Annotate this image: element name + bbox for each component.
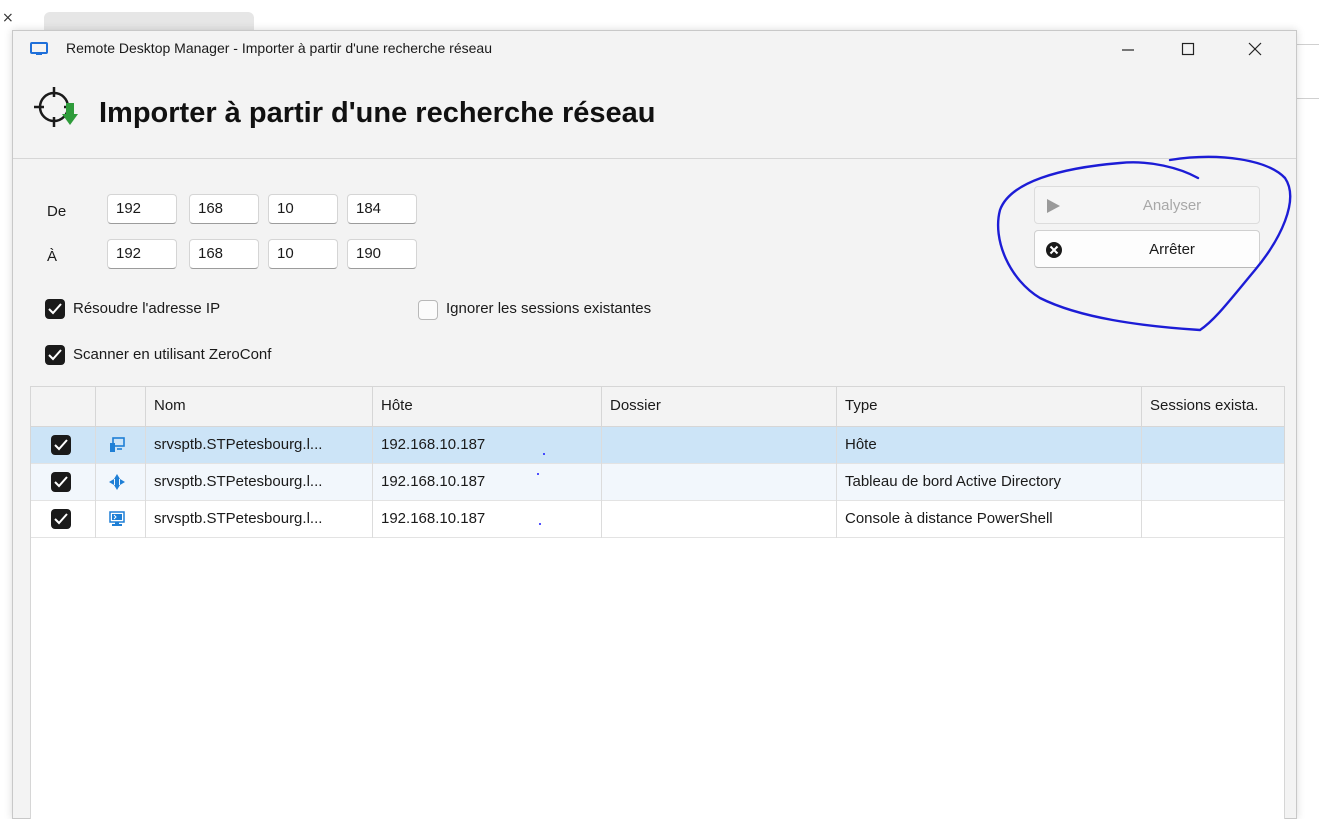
column-header-name[interactable]: Nom <box>146 387 373 427</box>
column-header-host[interactable]: Hôte <box>373 387 602 427</box>
column-header-icon[interactable] <box>96 387 146 427</box>
to-ip-octet-1[interactable]: 192 <box>107 239 177 269</box>
row-sessions <box>1142 464 1286 501</box>
checkmark-icon <box>54 439 68 451</box>
from-ip-octet-2[interactable]: 168 <box>189 194 259 224</box>
column-header-folder[interactable]: Dossier <box>602 387 837 427</box>
close-icon <box>1248 42 1262 56</box>
page-title: Importer à partir d'une recherche réseau <box>99 97 656 129</box>
background-divider <box>1297 98 1319 99</box>
row-checkbox[interactable] <box>51 435 71 455</box>
import-dialog: Remote Desktop Manager - Importer à part… <box>12 30 1297 819</box>
from-label: De <box>47 203 67 220</box>
row-type: Console à distance PowerShell <box>837 501 1142 538</box>
maximize-icon <box>1181 42 1195 56</box>
background-tab[interactable] <box>44 12 254 32</box>
dialog-header: Importer à partir d'une recherche réseau <box>13 67 1296 159</box>
powershell-icon <box>109 511 125 526</box>
from-ip-octet-4[interactable]: 184 <box>347 194 417 224</box>
minimize-icon <box>1122 49 1134 51</box>
resolve-ip-label: Résoudre l'adresse IP <box>73 300 221 317</box>
annotation-dot <box>539 523 541 525</box>
minimize-button[interactable] <box>1105 31 1151 67</box>
host-icon <box>110 437 125 452</box>
ignore-existing-label: Ignorer les sessions existantes <box>446 300 652 317</box>
to-ip-octet-2[interactable]: 168 <box>189 239 259 269</box>
checkmark-icon <box>48 349 62 361</box>
row-select-cell <box>31 501 96 538</box>
row-folder <box>602 501 837 538</box>
analyze-button[interactable]: Analyser <box>1034 186 1260 224</box>
annotation-dot <box>543 453 545 455</box>
row-sessions <box>1142 427 1286 464</box>
ignore-existing-checkbox[interactable] <box>418 300 438 320</box>
row-type: Hôte <box>837 427 1142 464</box>
row-select-cell <box>31 464 96 501</box>
close-button[interactable] <box>1232 31 1278 67</box>
stop-button-label: Arrêter <box>1149 241 1195 258</box>
zeroconf-label: Scanner en utilisant ZeroConf <box>73 346 272 363</box>
row-host: 192.168.10.187 <box>373 464 602 501</box>
annotation-dot <box>537 473 539 475</box>
zeroconf-checkbox[interactable] <box>45 345 65 365</box>
to-label: À <box>47 248 58 265</box>
table-header: Nom Hôte Dossier Type Sessions exista. <box>31 387 1284 427</box>
row-host: 192.168.10.187 <box>373 501 602 538</box>
row-sessions <box>1142 501 1286 538</box>
row-type: Tableau de bord Active Directory <box>837 464 1142 501</box>
table-row[interactable]: srvsptb.STPetesbourg.l... 192.168.10.187… <box>31 464 1284 501</box>
from-ip-octet-3[interactable]: 10 <box>268 194 338 224</box>
maximize-button[interactable] <box>1165 31 1211 67</box>
stop-button[interactable]: Arrêter <box>1034 230 1260 268</box>
row-checkbox[interactable] <box>51 472 71 492</box>
to-ip-octet-4[interactable]: 190 <box>347 239 417 269</box>
row-host: 192.168.10.187 <box>373 427 602 464</box>
resolve-ip-checkbox[interactable] <box>45 299 65 319</box>
row-name: srvsptb.STPetesbourg.l... <box>146 464 373 501</box>
window-title: Remote Desktop Manager - Importer à part… <box>66 40 492 56</box>
analyze-button-label: Analyser <box>1142 197 1202 214</box>
row-name: srvsptb.STPetesbourg.l... <box>146 427 373 464</box>
row-checkbox[interactable] <box>51 509 71 529</box>
checkmark-icon <box>54 476 68 488</box>
title-bar: Remote Desktop Manager - Importer à part… <box>13 31 1296 67</box>
from-ip-octet-1[interactable]: 192 <box>107 194 177 224</box>
column-header-sessions[interactable]: Sessions exista. <box>1142 387 1286 427</box>
results-table: Nom Hôte Dossier Type Sessions exista. s… <box>30 386 1285 819</box>
column-header-type[interactable]: Type <box>837 387 1142 427</box>
active-directory-icon <box>109 474 125 490</box>
row-folder <box>602 464 837 501</box>
checkmark-icon <box>54 513 68 525</box>
remote-desktop-app-icon <box>30 42 48 55</box>
row-select-cell <box>31 427 96 464</box>
table-row[interactable]: srvsptb.STPetesbourg.l... 192.168.10.187… <box>31 427 1284 464</box>
to-ip-octet-3[interactable]: 10 <box>268 239 338 269</box>
network-scan-import-icon <box>34 87 78 127</box>
row-name: srvsptb.STPetesbourg.l... <box>146 501 373 538</box>
column-header-select[interactable] <box>31 387 96 427</box>
table-row[interactable]: srvsptb.STPetesbourg.l... 192.168.10.187… <box>31 501 1284 538</box>
background-divider <box>1297 44 1319 45</box>
checkmark-icon <box>48 303 62 315</box>
background-close-icon[interactable]: × <box>2 10 14 26</box>
row-folder <box>602 427 837 464</box>
